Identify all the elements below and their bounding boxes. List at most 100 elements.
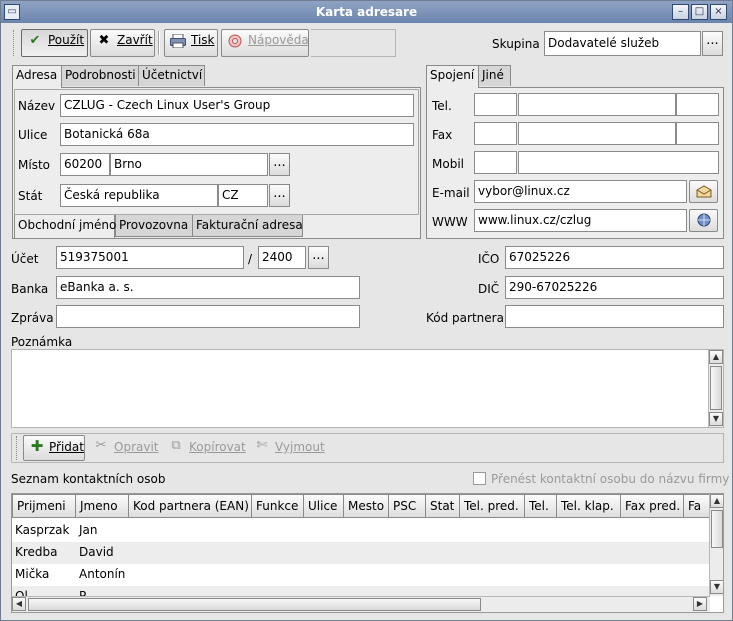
tel-number-field[interactable]: [518, 93, 676, 116]
message-field[interactable]: [56, 305, 360, 328]
tab-obchodni-jmeno[interactable]: Obchodní jméno: [14, 215, 116, 239]
mobile-prefix-field[interactable]: [474, 151, 517, 174]
scroll-down-arrow-icon[interactable]: ▼: [710, 580, 723, 594]
city-select-button[interactable]: ...: [269, 153, 290, 176]
column-header[interactable]: PSC: [388, 494, 426, 518]
close-window-button[interactable]: ×: [710, 4, 727, 20]
group-field[interactable]: Dodavatelé služeb: [544, 31, 701, 56]
column-header[interactable]: Tel. pred.: [459, 494, 525, 518]
globe-icon: [696, 213, 712, 227]
table-row[interactable]: Kredba David: [12, 542, 710, 564]
message-label: Zpráva: [11, 311, 54, 325]
scroll-down-arrow-icon[interactable]: ▼: [709, 412, 723, 426]
group-select-button[interactable]: ...: [702, 31, 723, 56]
bank-field[interactable]: eBanka a. s.: [56, 276, 360, 299]
help-buoy-icon: [227, 34, 243, 48]
email-field[interactable]: vybor@linux.cz: [474, 180, 687, 203]
group-label: Skupina: [492, 37, 540, 51]
contact-toolbar-grip[interactable]: [16, 436, 19, 460]
printer-icon: [170, 33, 186, 49]
open-web-button[interactable]: [689, 209, 718, 232]
state-code-field[interactable]: CZ: [218, 184, 268, 207]
add-contact-button[interactable]: ✚ Přidat: [23, 435, 85, 461]
cut-contact-button[interactable]: ✄ Vyjmout: [248, 435, 328, 461]
note-label: Poznámka: [11, 335, 73, 349]
title-bar[interactable]: ▭ Karta adresare – □ ×: [1, 1, 732, 23]
scroll-up-arrow-icon[interactable]: ▲: [710, 494, 723, 508]
tel-prefix-field[interactable]: [474, 93, 517, 116]
column-header[interactable]: Stat: [425, 494, 460, 518]
state-field[interactable]: Česká republika: [60, 184, 218, 207]
note-scrollbar[interactable]: ▲ ▼: [708, 350, 723, 427]
city-label: Místo: [18, 158, 50, 172]
street-field[interactable]: Botanická 68a: [60, 123, 414, 146]
zip-field[interactable]: 60200: [60, 153, 110, 176]
tab-podrobnosti[interactable]: Podrobnosti: [61, 65, 139, 86]
bank-code-select-button[interactable]: ...: [308, 246, 329, 269]
scroll-up-arrow-icon[interactable]: ▲: [709, 350, 723, 364]
fax-prefix-field[interactable]: [474, 122, 517, 145]
city-field[interactable]: Brno: [110, 153, 268, 176]
table-vscroll-thumb[interactable]: [711, 510, 723, 548]
contacts-table[interactable]: Prijmeni Jmeno Kod partnera (EAN) Funkce…: [11, 493, 724, 613]
tab-fakturacni-adresa[interactable]: Fakturační adresa: [192, 215, 303, 237]
tel-extension-field[interactable]: [676, 93, 719, 116]
transfer-contact-checkbox[interactable]: [473, 472, 486, 485]
column-header[interactable]: Tel.: [524, 494, 557, 518]
tab-ucetnictvi[interactable]: Účetnictví: [138, 65, 205, 86]
maximize-button[interactable]: □: [691, 4, 708, 20]
scroll-left-arrow-icon[interactable]: ◀: [12, 597, 26, 611]
table-vertical-scrollbar[interactable]: ▲ ▼: [709, 494, 723, 596]
note-scroll-thumb[interactable]: [710, 366, 722, 410]
fax-extension-field[interactable]: [676, 122, 719, 145]
table-row[interactable]: Mička Antonín: [12, 564, 710, 586]
ico-field[interactable]: 67025226: [505, 246, 724, 269]
tab-spojeni[interactable]: Spojení: [426, 65, 479, 88]
www-field[interactable]: www.linux.cz/czlug: [474, 209, 687, 232]
copy-contact-button[interactable]: ⧉ Kopírovat: [162, 435, 246, 461]
table-row[interactable]: Kasprzak Jan: [12, 520, 710, 542]
toolbar-grip[interactable]: [13, 30, 16, 56]
name-label: Název: [18, 99, 56, 113]
close-button[interactable]: ✖ Zavřít: [90, 29, 155, 57]
column-header[interactable]: Tel. klap.: [556, 494, 621, 518]
x-icon: ✖: [98, 33, 110, 48]
help-button[interactable]: Nápověda: [221, 29, 309, 57]
mobile-number-field[interactable]: [518, 151, 719, 174]
table-hscroll-thumb[interactable]: [28, 598, 481, 611]
note-textarea[interactable]: ▲ ▼: [11, 349, 724, 428]
partner-code-label: Kód partnera: [426, 311, 504, 325]
minimize-button[interactable]: –: [672, 4, 689, 20]
edit-contact-button[interactable]: ✂ Opravit: [87, 435, 159, 461]
column-header[interactable]: Prijmeni: [12, 494, 76, 518]
state-select-button[interactable]: ...: [269, 184, 290, 207]
column-header[interactable]: Jmeno: [75, 494, 129, 518]
mail-icon: [696, 184, 712, 198]
tab-adresa[interactable]: Adresa: [12, 65, 62, 88]
scroll-right-arrow-icon[interactable]: ▶: [693, 597, 707, 611]
column-header[interactable]: Kod partnera (EAN): [128, 494, 252, 518]
name-field[interactable]: CZLUG - Czech Linux User's Group: [60, 94, 414, 117]
bank-code-field[interactable]: 2400: [258, 246, 306, 269]
transfer-contact-label: Přenést kontaktní osobu do názvu firmy: [491, 472, 730, 486]
column-header[interactable]: Funkce: [251, 494, 304, 518]
table-horizontal-scrollbar[interactable]: ◀ ▶: [12, 596, 710, 612]
column-header[interactable]: Fax pred.: [620, 494, 684, 518]
account-slash: /: [248, 252, 253, 266]
apply-button[interactable]: ✔ Použít: [21, 29, 88, 57]
send-email-button[interactable]: [689, 180, 718, 203]
tab-jine[interactable]: Jiné: [478, 65, 511, 86]
mobile-label: Mobil: [432, 157, 464, 171]
fax-number-field[interactable]: [518, 122, 676, 145]
column-header[interactable]: Ulice: [303, 494, 344, 518]
column-header[interactable]: Fa: [683, 494, 710, 518]
partner-code-field[interactable]: [505, 305, 724, 328]
account-number-field[interactable]: 519375001: [56, 246, 244, 269]
dic-field[interactable]: 290-67025226: [505, 276, 724, 299]
column-header[interactable]: Mesto: [343, 494, 389, 518]
window-title: Karta adresare: [315, 5, 418, 19]
table-header: Prijmeni Jmeno Kod partnera (EAN) Funkce…: [12, 494, 710, 518]
tab-provozovna[interactable]: Provozovna: [115, 215, 193, 237]
account-label: Účet: [11, 252, 39, 266]
print-button[interactable]: Tisk: [164, 29, 218, 57]
